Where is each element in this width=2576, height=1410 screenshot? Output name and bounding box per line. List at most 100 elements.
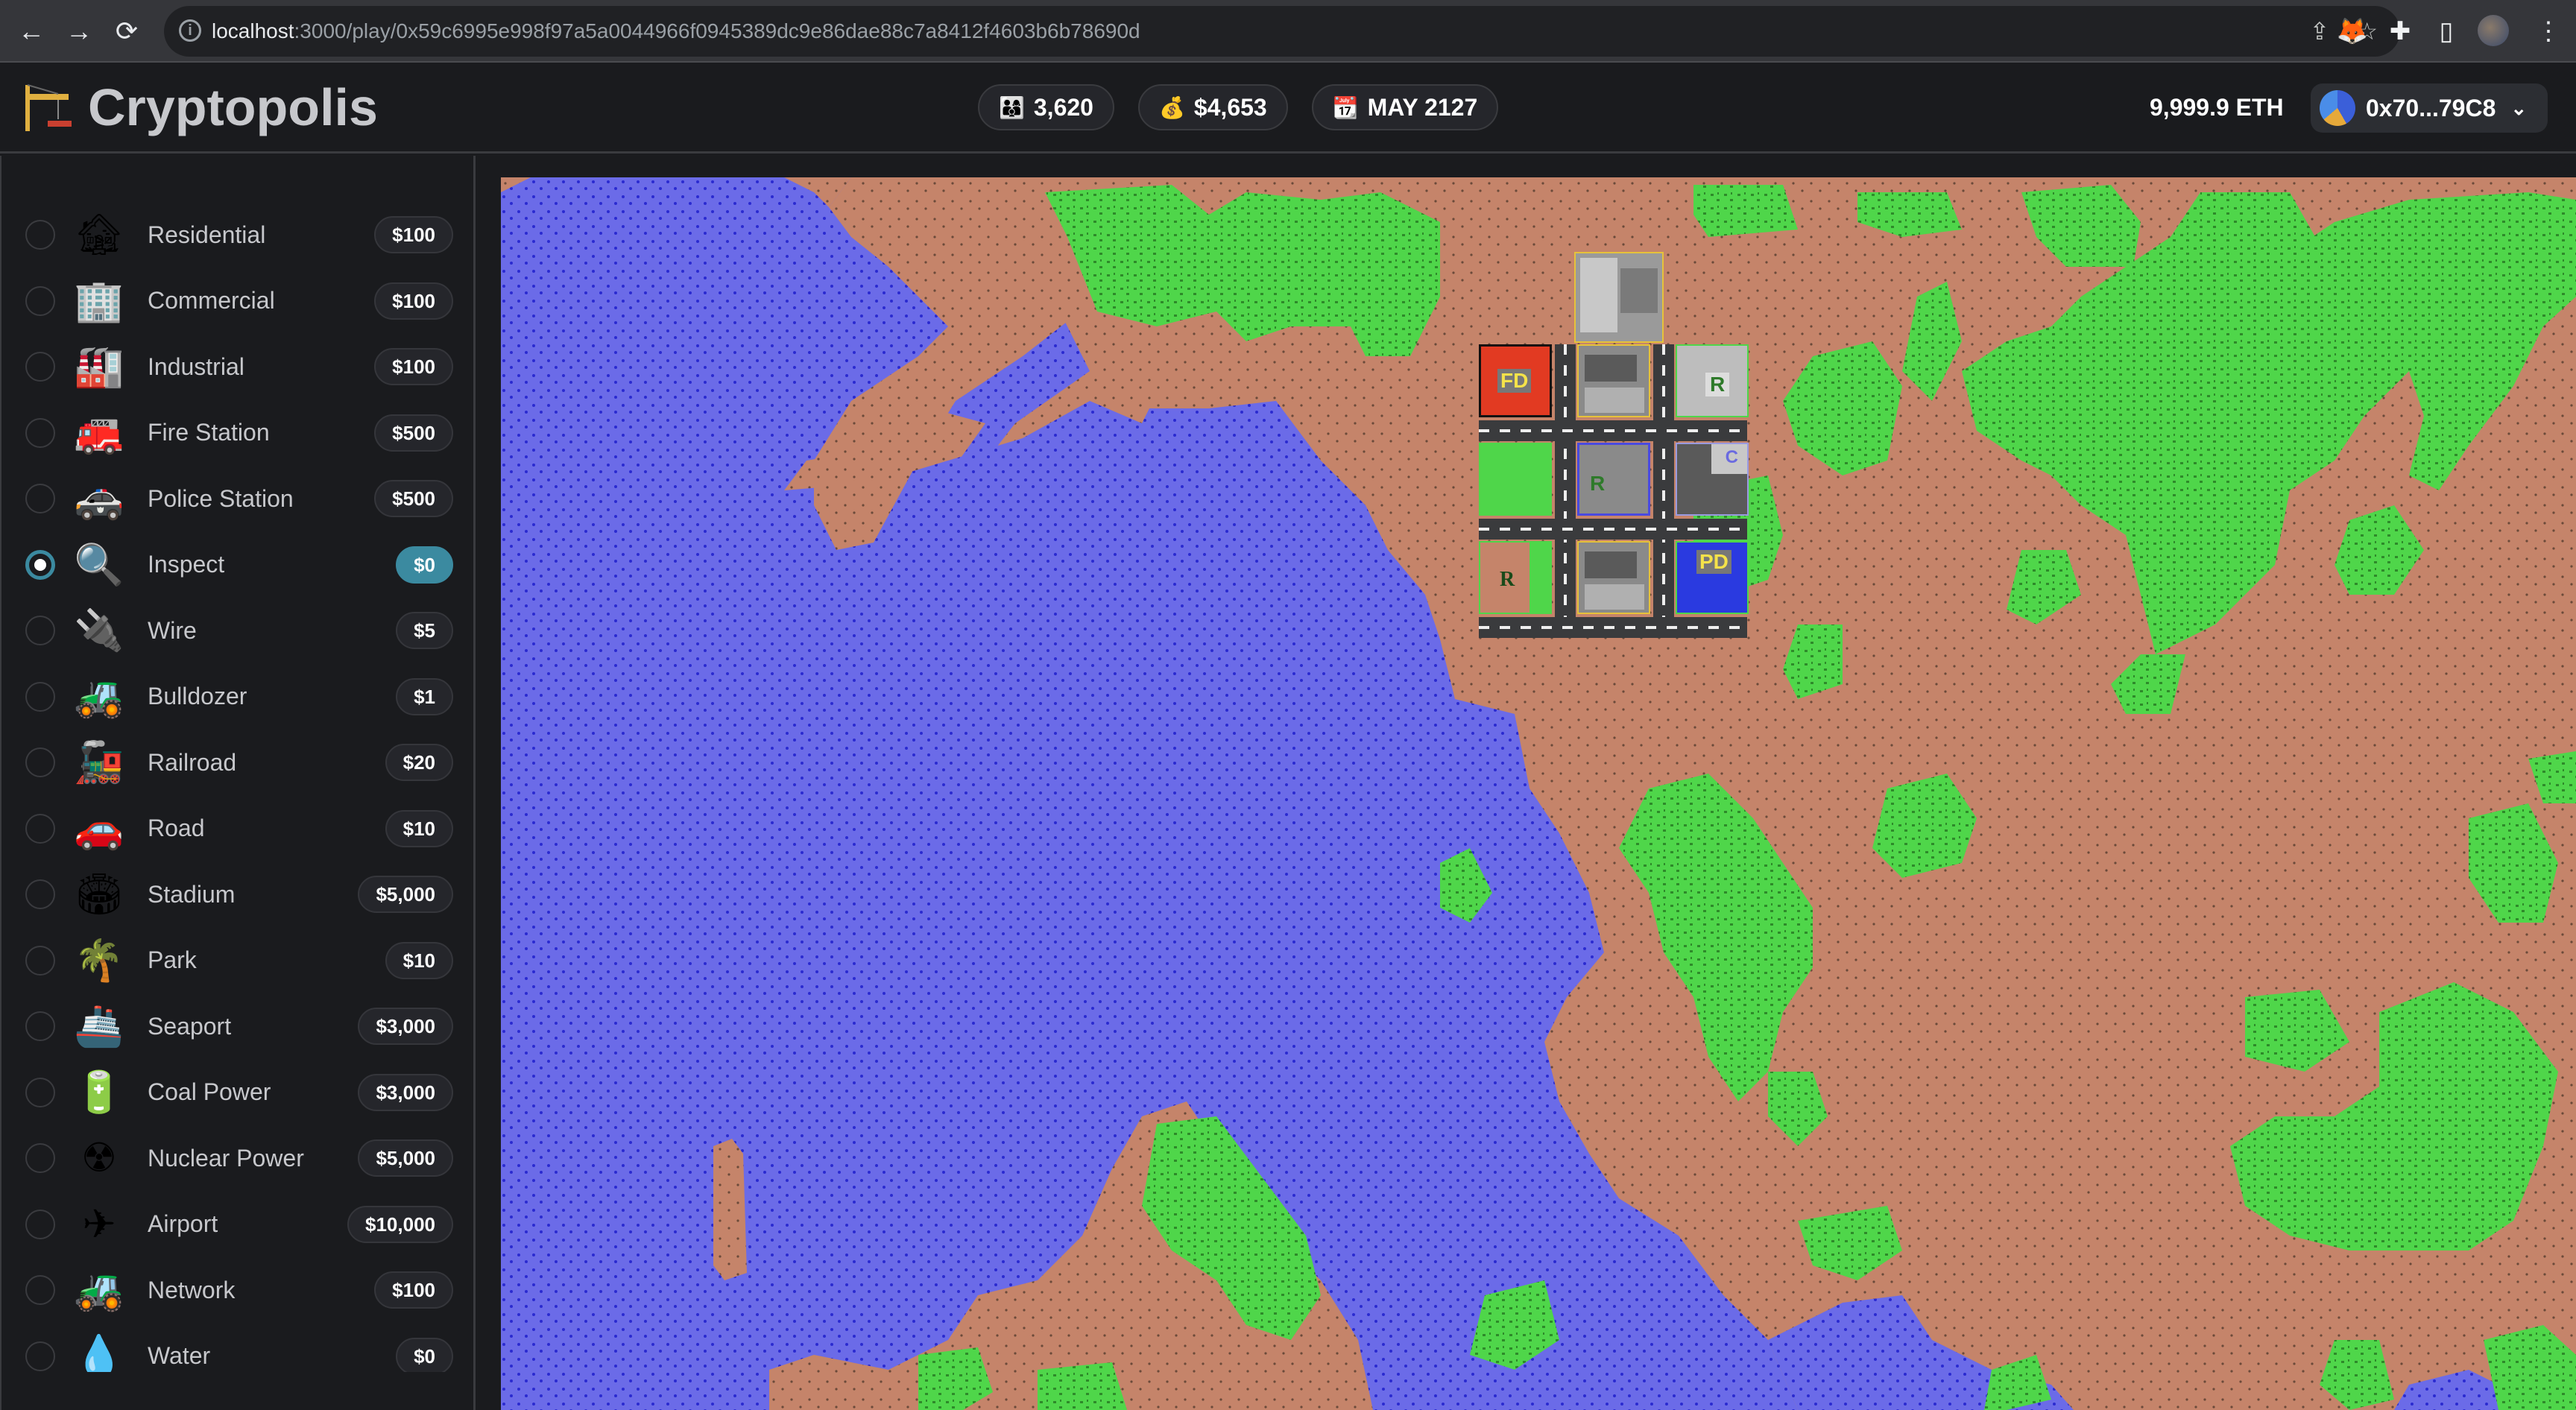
tool-wire[interactable]: 🔌 Wire $5 (1, 598, 476, 664)
share-icon[interactable]: ⇪ (2310, 17, 2330, 45)
tool-price-badge: $10 (385, 941, 453, 979)
tool-radio[interactable] (25, 1077, 55, 1107)
tool-airport[interactable]: ✈ Airport $10,000 (1, 1192, 476, 1258)
tool-label: Nuclear Power (148, 1144, 304, 1172)
tool-inspect[interactable]: 🔍 Inspect $0 (1, 532, 476, 598)
date-stat: 📆 MAY 2127 (1311, 84, 1499, 130)
tool-road[interactable]: 🚗 Road $10 (1, 796, 476, 862)
address-bar[interactable]: i localhost:3000/play/0x59c6995e998f97a5… (164, 6, 2400, 57)
tool-commercial[interactable]: 🏢 Commercial $100 (1, 268, 476, 335)
industrial-zone-1[interactable] (1577, 344, 1650, 417)
construction-crane-icon (25, 84, 72, 131)
url-text[interactable]: localhost:3000/play/0x59c6995e998f97a5a0… (212, 19, 1140, 43)
tool-price-badge: $5,000 (358, 876, 453, 914)
tool-radio[interactable] (25, 879, 55, 910)
tool-label: Bulldozer (148, 683, 247, 710)
road-icon: 🚗 (74, 806, 124, 851)
tool-radio[interactable] (25, 813, 55, 844)
tool-radio[interactable] (25, 1275, 55, 1306)
tool-radio[interactable] (25, 549, 55, 580)
airport-icon: ✈ (82, 1201, 116, 1247)
tool-label: Road (148, 815, 205, 842)
park-icon: 🌴 (74, 938, 124, 983)
tool-residential[interactable]: 🏚 Residential $100 (1, 202, 476, 268)
city-map[interactable]: FD R R C R PD (501, 177, 2576, 1410)
tool-sidebar: 🏚 Residential $100 🏢 Commercial $100 🏭 Industri… (0, 156, 476, 1410)
tool-label: Network (148, 1276, 236, 1303)
metamask-fox-icon[interactable]: 🦊 (2336, 15, 2369, 48)
tool-label: Coal Power (148, 1078, 271, 1106)
grass-patch (1693, 185, 1798, 237)
tool-price-badge: $100 (374, 348, 453, 386)
tool-price-badge: $5,000 (358, 1139, 453, 1177)
road-horizontal-3 (1479, 617, 1747, 638)
residential-icon: 🏚 (73, 212, 125, 258)
residential-highrise[interactable]: R (1676, 344, 1749, 417)
tool-coal-power[interactable]: 🔋 Coal Power $3,000 (1, 1060, 476, 1126)
tool-industrial[interactable]: 🏭 Industrial $100 (1, 334, 476, 400)
tool-fire-station[interactable]: 🚒 Fire Station $500 (1, 400, 476, 467)
family-icon: 👨‍👩‍👦 (999, 95, 1025, 119)
tool-radio[interactable] (25, 285, 55, 316)
network-icon: 🚜 (74, 1268, 124, 1313)
tool-radio[interactable] (25, 484, 55, 514)
tool-radio[interactable] (25, 417, 55, 448)
tool-radio[interactable] (25, 1143, 55, 1174)
police-station-icon: 🚓 (74, 476, 124, 522)
browser-menu-icon[interactable]: ⋮ (2536, 15, 2561, 48)
tool-radio[interactable] (25, 681, 55, 712)
residential-zone-2[interactable]: R (1577, 443, 1650, 516)
tool-radio[interactable] (25, 1209, 55, 1239)
site-info-icon[interactable]: i (179, 19, 201, 42)
residential-label-3: R (1500, 568, 1515, 591)
tool-list[interactable]: 🏚 Residential $100 🏢 Commercial $100 🏭 Industri… (1, 202, 476, 1372)
population-value: 3,620 (1033, 93, 1093, 121)
tool-water[interactable]: 💧 Water $0 (1, 1324, 476, 1372)
profile-avatar[interactable] (2478, 15, 2509, 46)
wallet-account-button[interactable]: 0x70...79C8 ⌄ (2311, 83, 2548, 133)
industrial-icon: 🏭 (74, 344, 124, 390)
extensions-puzzle-icon[interactable]: ✚ (2384, 15, 2416, 48)
island-sliver (713, 1139, 747, 1280)
back-button[interactable]: ← (13, 13, 49, 49)
residential-label: R (1705, 373, 1730, 396)
residential-label-2: R (1590, 472, 1606, 495)
tool-stadium[interactable]: 🏟 Stadium $5,000 (1, 862, 476, 928)
tool-price-badge: $500 (374, 414, 453, 452)
tool-park[interactable]: 🌴 Park $10 (1, 928, 476, 994)
tool-price-badge: $10 (385, 809, 453, 847)
industrial-zone-2[interactable] (1577, 541, 1650, 614)
park-tile[interactable] (1479, 443, 1552, 516)
commercial-zone[interactable]: C (1676, 443, 1749, 516)
tool-nuclear-power[interactable]: ☢ Nuclear Power $5,000 (1, 1125, 476, 1192)
water-icon: 💧 (74, 1333, 124, 1372)
road-horizontal-1 (1479, 420, 1747, 441)
funds-value: $4,653 (1193, 93, 1267, 121)
commercial-label: C (1725, 447, 1738, 467)
tool-radio[interactable] (25, 1011, 55, 1042)
tool-radio[interactable] (25, 352, 55, 382)
tool-police-station[interactable]: 🚓 Police Station $500 (1, 466, 476, 532)
police-station-building[interactable]: PD (1676, 541, 1749, 614)
tool-price-badge: $1 (396, 677, 453, 715)
police-station-label: PD (1696, 550, 1731, 574)
reload-button[interactable]: ⟳ (109, 13, 145, 49)
side-panel-icon[interactable]: ▯ (2430, 15, 2463, 48)
tool-railroad[interactable]: 🚂 Railroad $20 (1, 730, 476, 796)
tool-network[interactable]: 🚜 Network $100 (1, 1257, 476, 1324)
forward-button[interactable]: → (61, 13, 97, 49)
tool-radio[interactable] (25, 945, 55, 976)
stats-bar: 👨‍👩‍👦 3,620 💰 $4,653 📆 MAY 2127 (978, 84, 1499, 130)
tool-price-badge: $3,000 (358, 1008, 453, 1046)
residential-empty-zone[interactable]: R (1479, 541, 1552, 614)
fire-station-building[interactable]: FD (1479, 344, 1552, 417)
tool-radio[interactable] (25, 616, 55, 646)
coal-power-plant[interactable] (1574, 252, 1664, 343)
tool-radio[interactable] (25, 1341, 55, 1371)
city-block: FD R R C R PD (1479, 252, 1749, 638)
bulldozer-icon: 🚜 (74, 674, 124, 719)
tool-radio[interactable] (25, 220, 55, 250)
tool-bulldozer[interactable]: 🚜 Bulldozer $1 (1, 664, 476, 730)
tool-radio[interactable] (25, 747, 55, 778)
tool-seaport[interactable]: 🚢 Seaport $3,000 (1, 993, 476, 1060)
